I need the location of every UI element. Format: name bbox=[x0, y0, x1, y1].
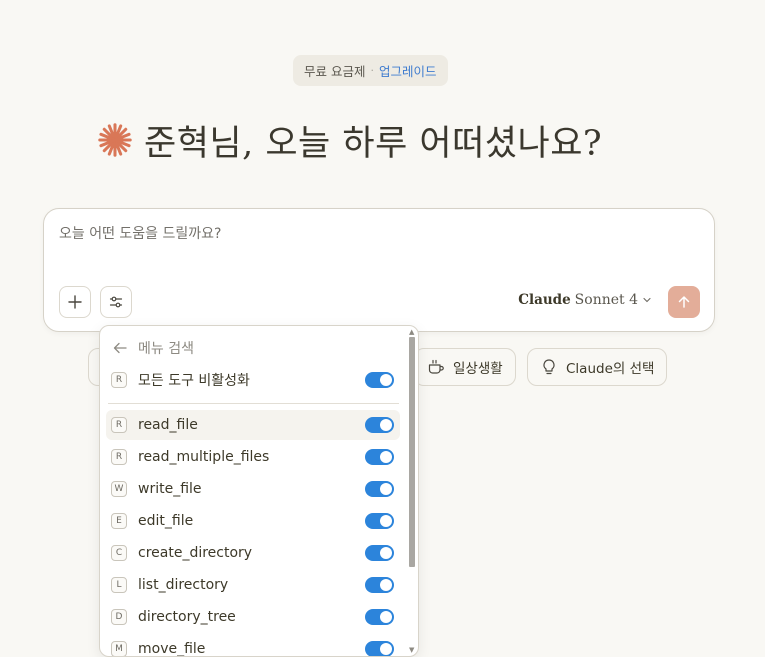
add-content-button[interactable] bbox=[59, 286, 91, 318]
tool-row-read-file[interactable]: R read_file bbox=[106, 410, 400, 440]
tool-name: edit_file bbox=[138, 513, 194, 529]
disable-all-tools-row[interactable]: R 모든 도구 비활성화 bbox=[106, 365, 400, 395]
chevron-down-icon bbox=[643, 297, 651, 303]
tool-row-list-directory[interactable]: L list_directory bbox=[106, 570, 400, 600]
menu-scrollbar[interactable]: ▲ ▼ bbox=[408, 328, 416, 654]
prompt-box: Claude Sonnet 4 bbox=[43, 208, 715, 332]
arrow-left-icon bbox=[113, 342, 127, 354]
tool-row-create-directory[interactable]: C create_directory bbox=[106, 538, 400, 568]
coffee-cup-icon bbox=[428, 359, 444, 374]
tool-toggle[interactable] bbox=[365, 577, 394, 593]
lightbulb-icon bbox=[543, 359, 555, 375]
send-button[interactable] bbox=[668, 286, 700, 318]
shortcut-key: R bbox=[111, 449, 127, 465]
tools-menu: 메뉴 검색 R 모든 도구 비활성화 R read_file R read_mu… bbox=[99, 325, 419, 657]
upgrade-link[interactable]: 업그레이드 bbox=[379, 61, 437, 80]
tool-name: read_multiple_files bbox=[138, 449, 270, 465]
disable-all-toggle[interactable] bbox=[365, 372, 394, 388]
tool-toggle[interactable] bbox=[365, 641, 394, 656]
menu-search-back[interactable]: 메뉴 검색 bbox=[112, 338, 194, 358]
shortcut-key: C bbox=[111, 545, 127, 561]
sliders-icon bbox=[109, 296, 123, 308]
claude-star-icon bbox=[98, 123, 132, 157]
tool-toggle[interactable] bbox=[365, 609, 394, 625]
tool-name: read_file bbox=[138, 417, 198, 433]
scroll-thumb[interactable] bbox=[409, 337, 415, 567]
shortcut-key: E bbox=[111, 513, 127, 529]
tool-name: move_file bbox=[138, 641, 206, 657]
tool-row-directory-tree[interactable]: D directory_tree bbox=[106, 602, 400, 632]
shortcut-key: R bbox=[111, 372, 127, 388]
tool-toggle[interactable] bbox=[365, 417, 394, 433]
menu-search-label: 메뉴 검색 bbox=[138, 341, 194, 357]
tool-toggle[interactable] bbox=[365, 545, 394, 561]
shortcut-key: R bbox=[111, 417, 127, 433]
shortcut-key: W bbox=[111, 481, 127, 497]
tool-row-write-file[interactable]: W write_file bbox=[106, 474, 400, 504]
chip-label: 일상생활 bbox=[453, 361, 503, 377]
tools-button[interactable] bbox=[100, 286, 132, 318]
plan-badge: 무료 요금제 · 업그레이드 bbox=[293, 55, 448, 86]
model-version: Sonnet 4 bbox=[574, 292, 638, 308]
shortcut-key: M bbox=[111, 641, 127, 656]
tool-name: list_directory bbox=[138, 577, 229, 593]
greeting-text: 준혁님, 오늘 하루 어떠셨나요? bbox=[144, 123, 603, 164]
tool-row-edit-file[interactable]: E edit_file bbox=[106, 506, 400, 536]
tool-toggle[interactable] bbox=[365, 449, 394, 465]
greeting: 준혁님, 오늘 하루 어떠셨나요? bbox=[96, 112, 602, 168]
tool-row-move-file[interactable]: M move_file bbox=[106, 634, 400, 657]
model-brand: Claude bbox=[518, 292, 571, 308]
suggestion-chip-daily-life[interactable]: 일상생활 bbox=[414, 348, 516, 386]
plus-icon bbox=[68, 295, 82, 309]
model-selector[interactable]: Claude Sonnet 4 bbox=[518, 292, 652, 308]
chip-label: Claude의 선택 bbox=[566, 361, 655, 377]
plan-label: 무료 요금제 bbox=[304, 64, 366, 79]
suggestion-chip-claude-choice[interactable]: Claude의 선택 bbox=[527, 348, 668, 386]
tool-name: create_directory bbox=[138, 545, 253, 561]
app-root: 무료 요금제 · 업그레이드 준혁님, 오늘 하루 어떠셨나요? 오늘 어떤 도… bbox=[0, 0, 765, 657]
plan-separator: · bbox=[370, 64, 374, 77]
row-label: 모든 도구 비활성화 bbox=[138, 373, 250, 389]
menu-divider bbox=[108, 403, 399, 404]
scroll-up-arrow-icon[interactable]: ▲ bbox=[409, 328, 414, 336]
tool-row-read-multiple-files[interactable]: R read_multiple_files bbox=[106, 442, 400, 472]
scroll-down-arrow-icon[interactable]: ▼ bbox=[409, 646, 414, 654]
tool-name: write_file bbox=[138, 481, 202, 497]
tool-toggle[interactable] bbox=[365, 481, 394, 497]
shortcut-key: D bbox=[111, 609, 127, 625]
arrow-up-icon bbox=[678, 296, 690, 308]
prompt-input[interactable] bbox=[59, 226, 659, 242]
shortcut-key: L bbox=[111, 577, 127, 593]
tool-toggle[interactable] bbox=[365, 513, 394, 529]
tool-name: directory_tree bbox=[138, 609, 236, 625]
